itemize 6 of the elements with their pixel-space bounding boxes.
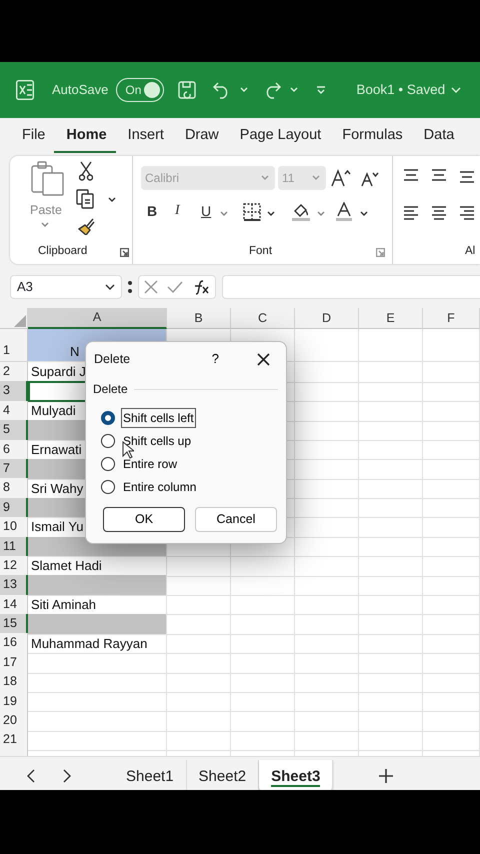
- group-label: Delete: [93, 381, 128, 398]
- group-label: Font: [249, 244, 272, 259]
- group-label: Al: [465, 244, 476, 259]
- autosave-label: AutoSave: [52, 81, 108, 100]
- group-label: Clipboard: [38, 244, 88, 259]
- dialog-title: Delete: [94, 350, 132, 368]
